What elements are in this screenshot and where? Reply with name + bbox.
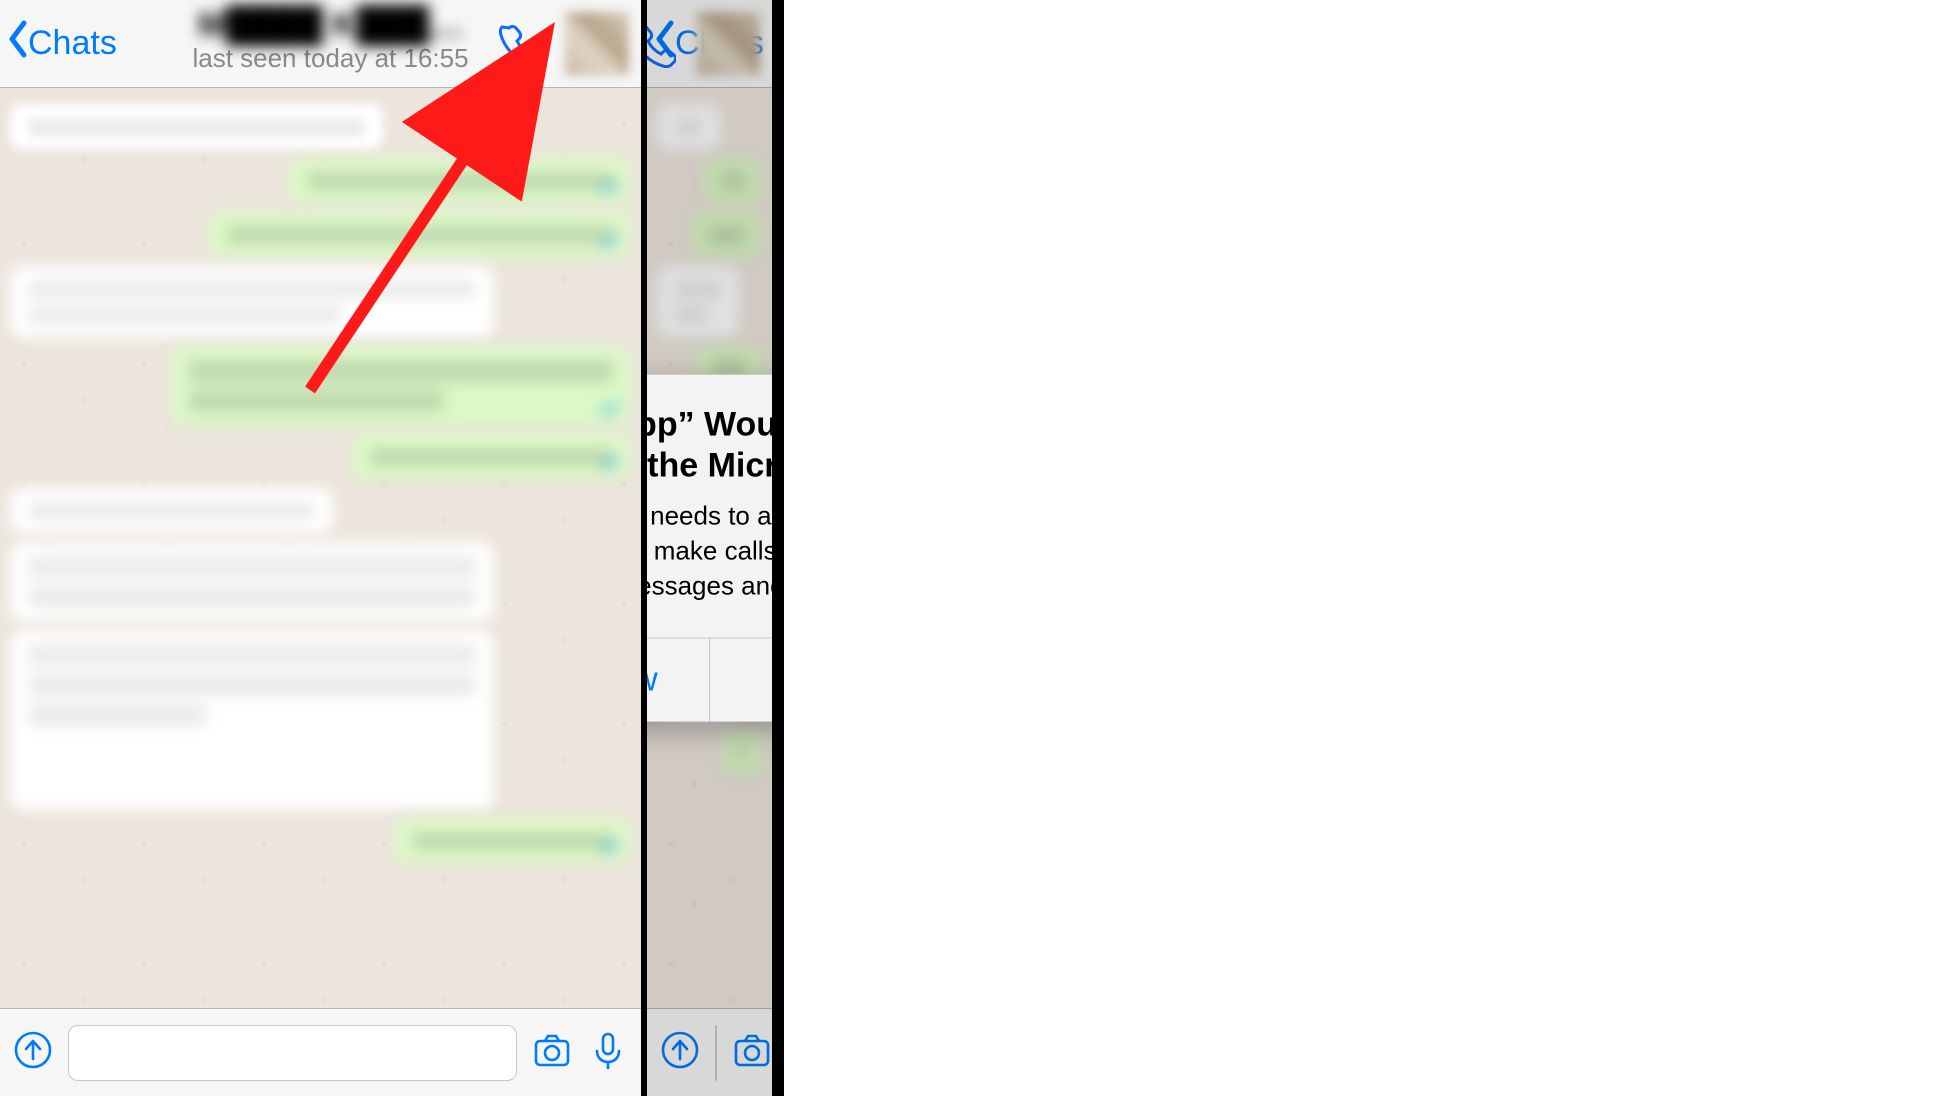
- contact-name: M████ K███…: [170, 6, 491, 45]
- hangup-icon: [778, 897, 784, 976]
- read-ticks-icon: [597, 453, 623, 476]
- panel-permission-dialog: Chats M████ K███… ████ ██ ███ █████████: [647, 0, 778, 1096]
- message-in: [10, 266, 494, 338]
- message-in: [10, 630, 494, 810]
- message-out: [395, 818, 631, 864]
- back-button[interactable]: Chats: [6, 19, 117, 68]
- chat-header: Chats M████ K███… last seen today at 16:…: [0, 0, 641, 88]
- share-up-icon[interactable]: [12, 1029, 54, 1076]
- message-in: [10, 488, 333, 534]
- caller-avatar: [778, 470, 784, 700]
- call-heading: WHATSAPP CALL: [778, 0, 784, 106]
- alert-deny-button[interactable]: Don't Allow: [647, 638, 709, 721]
- message-in: [10, 542, 494, 622]
- message-input[interactable]: [68, 1025, 517, 1081]
- hangup-button[interactable]: [778, 870, 784, 1002]
- contact-last-seen: last seen today at 16:55: [170, 43, 491, 74]
- alert-allow-button[interactable]: OK: [709, 638, 778, 721]
- read-ticks-icon: [597, 177, 623, 200]
- read-ticks-icon: [597, 231, 623, 254]
- read-ticks-icon: [597, 837, 623, 860]
- panel-chat-call-hint: Chats M████ K███… last seen today at 16:…: [0, 0, 647, 1096]
- read-ticks-icon: [597, 399, 623, 422]
- back-label: Chats: [28, 24, 117, 63]
- chat-messages[interactable]: [0, 88, 641, 1008]
- contact-avatar[interactable]: [565, 12, 629, 76]
- contact-info[interactable]: M████ K███… last seen today at 16:55: [170, 6, 491, 74]
- message-in: [10, 104, 383, 150]
- alert-message: WhatsApp needs to access your microphone…: [647, 498, 778, 603]
- voice-call-icon[interactable]: [499, 22, 545, 73]
- message-out: [209, 212, 631, 258]
- panel-call-screen: WHATSAPP CALL M██████ K█████████ calling…: [778, 0, 784, 1096]
- chat-input-bar: [0, 1008, 641, 1096]
- camera-icon[interactable]: [531, 1029, 573, 1076]
- microphone-permission-alert: “WhatsApp” Would Like to Access the Micr…: [647, 375, 778, 722]
- alert-title: “WhatsApp” Would Like to Access the Micr…: [647, 405, 778, 487]
- call-action-row: mute message speaker: [778, 600, 784, 778]
- message-out: [289, 158, 631, 204]
- microphone-icon[interactable]: [587, 1029, 629, 1076]
- chevron-left-icon: [6, 19, 28, 68]
- message-out: [171, 346, 631, 426]
- message-out: [352, 434, 631, 480]
